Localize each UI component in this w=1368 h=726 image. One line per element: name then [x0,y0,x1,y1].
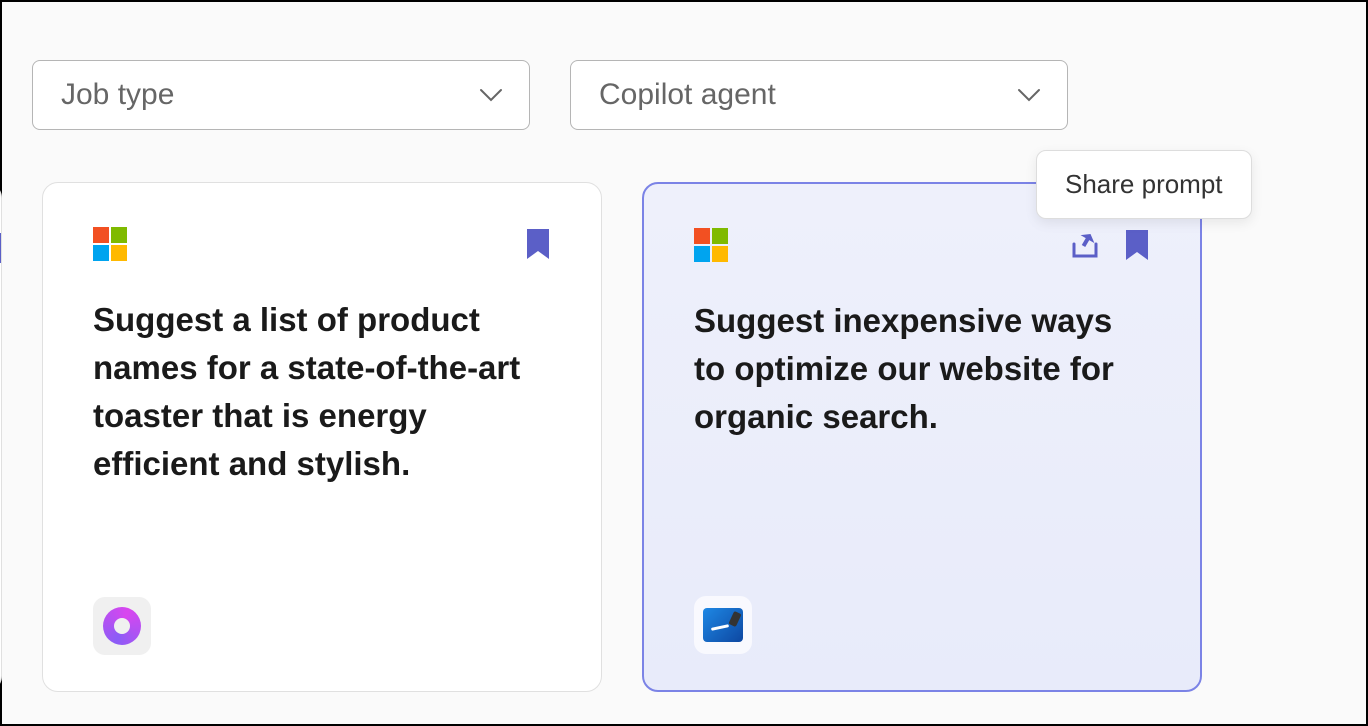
prompt-text: Suggest inexpensive ways to optimize our… [694,297,1150,596]
share-prompt-tooltip: Share prompt [1036,150,1252,219]
card-footer [694,596,1150,654]
job-type-dropdown[interactable]: Job type [32,60,530,130]
share-icon[interactable] [1070,230,1100,265]
bookmark-icon[interactable] [1124,228,1150,267]
copilot-agent-label: Copilot agent [599,78,776,112]
microsoft-logo-icon [694,228,728,262]
bookmark-icon[interactable] [525,227,551,266]
prompt-card-2[interactable]: Suggest inexpensive ways to optimize our… [642,182,1202,692]
prompt-text: Suggest a list of product names for a st… [93,296,551,597]
chevron-down-icon [1015,81,1043,109]
whiteboard-app-icon [694,596,752,654]
filter-bar: Job type Copilot agent [2,2,1366,130]
card-header [694,228,1150,267]
prompt-card-previous[interactable] [0,182,2,692]
card-actions [1070,228,1150,267]
card-header [93,227,551,266]
card-footer [93,597,551,655]
job-type-label: Job type [61,78,174,112]
tooltip-text: Share prompt [1065,169,1223,199]
loop-app-icon [93,597,151,655]
card-actions [525,227,551,266]
copilot-agent-dropdown[interactable]: Copilot agent [570,60,1068,130]
microsoft-logo-icon [93,227,127,261]
chevron-down-icon [477,81,505,109]
prompt-card-1[interactable]: Suggest a list of product names for a st… [42,182,602,692]
